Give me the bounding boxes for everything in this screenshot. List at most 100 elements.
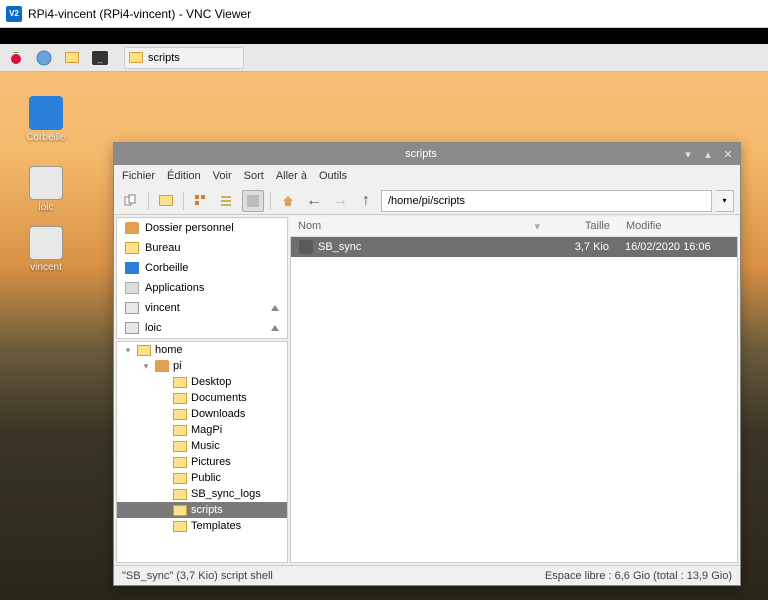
folder-icon: [173, 441, 187, 452]
folder-icon: [173, 425, 187, 436]
menu-fichier[interactable]: Fichier: [122, 170, 155, 182]
fm-titlebar[interactable]: scripts ▾ ▴ ✕: [114, 143, 740, 165]
place-loic[interactable]: loic: [117, 318, 287, 338]
column-headers[interactable]: Nom ▾ Taille Modifie: [290, 217, 738, 237]
drive-icon: [125, 302, 139, 314]
tree-row[interactable]: scripts: [117, 502, 287, 518]
desktop-icon-trash[interactable]: Corbeille: [16, 96, 76, 143]
status-left: "SB_sync" (3,7 Kio) script shell: [122, 570, 273, 582]
folder-icon: [173, 505, 187, 516]
tree-label: pi: [173, 360, 182, 372]
menu-édition[interactable]: Édition: [167, 170, 201, 182]
folder-icon: [125, 242, 139, 254]
place-vincent[interactable]: vincent: [117, 298, 287, 318]
place-label: Dossier personnel: [145, 222, 234, 234]
tree-row[interactable]: ▾home: [117, 342, 287, 358]
fm-title: scripts: [160, 148, 682, 160]
folder-icon: [155, 360, 169, 372]
place-desktop[interactable]: Bureau: [117, 238, 287, 258]
browser-icon[interactable]: [32, 47, 56, 69]
tree-row[interactable]: Documents: [117, 390, 287, 406]
taskbar-item-scripts[interactable]: scripts: [124, 47, 244, 69]
folder-icon: [173, 409, 187, 420]
vnc-icon: V2: [6, 6, 22, 22]
tree-label: Public: [191, 472, 221, 484]
back-button-icon[interactable]: ←: [303, 190, 325, 212]
tree-row[interactable]: SB_sync_logs: [117, 486, 287, 502]
tree-row[interactable]: Desktop: [117, 374, 287, 390]
folder-icon: [173, 521, 187, 532]
expander-icon[interactable]: ▾: [123, 345, 133, 356]
close-button[interactable]: ✕: [722, 148, 734, 160]
new-tab-icon[interactable]: [120, 190, 142, 212]
up-button-icon[interactable]: ↑: [355, 190, 377, 212]
folder-icon: [137, 345, 151, 356]
file-row[interactable]: SB_sync3,7 Kio16/02/2020 16:06: [291, 237, 737, 257]
tree-row[interactable]: Music: [117, 438, 287, 454]
fm-statusbar: "SB_sync" (3,7 Kio) script shell Espace …: [114, 565, 740, 585]
desktop[interactable]: _ scripts Corbeille loic vincent scripts ▾…: [0, 44, 768, 600]
terminal-icon[interactable]: _: [88, 47, 112, 69]
place-label: Bureau: [145, 242, 180, 254]
desktop-icon-drive-loic[interactable]: loic: [16, 166, 76, 213]
col-name[interactable]: Nom ▾: [290, 217, 548, 236]
top-panel: _ scripts: [0, 44, 768, 72]
menu-aller à[interactable]: Aller à: [276, 170, 307, 182]
file-list[interactable]: SB_sync3,7 Kio16/02/2020 16:06: [290, 237, 738, 563]
folder-icon: [173, 473, 187, 484]
tree-label: Templates: [191, 520, 241, 532]
menu-raspberry-icon[interactable]: [4, 47, 28, 69]
file-size: 3,7 Kio: [547, 238, 617, 256]
files-icon[interactable]: [60, 47, 84, 69]
place-home[interactable]: Dossier personnel: [117, 218, 287, 238]
folder-tree[interactable]: ▾home▾piDesktopDocumentsDownloadsMagPiMu…: [116, 341, 288, 563]
fm-toolbar: ← → ↑ ▾: [114, 187, 740, 215]
tree-label: Pictures: [191, 456, 231, 468]
desktop-icon-label: loic: [16, 202, 76, 213]
place-label: loic: [145, 322, 162, 334]
tree-label: Downloads: [191, 408, 245, 420]
tree-row[interactable]: Public: [117, 470, 287, 486]
tree-row[interactable]: Downloads: [117, 406, 287, 422]
vnc-black-bar: [0, 28, 768, 44]
place-apps[interactable]: Applications: [117, 278, 287, 298]
fm-sidebar: Dossier personnel Bureau Corbeille Applicat…: [114, 215, 290, 565]
tree-row[interactable]: Pictures: [117, 454, 287, 470]
maximize-button[interactable]: ▴: [702, 148, 714, 160]
menu-sort[interactable]: Sort: [244, 170, 264, 182]
folder-icon: [173, 377, 187, 388]
col-modified[interactable]: Modifie: [618, 217, 738, 236]
tree-row[interactable]: MagPi: [117, 422, 287, 438]
app-icon: [125, 282, 139, 294]
path-input[interactable]: [381, 190, 712, 212]
home-icon: [125, 222, 139, 234]
file-manager-window: scripts ▾ ▴ ✕ Fichier Édition Voir Sort Alle…: [113, 142, 741, 586]
path-dropdown-icon[interactable]: ▾: [716, 190, 734, 212]
desktop-icon-drive-vincent[interactable]: vincent: [16, 226, 76, 273]
place-trash[interactable]: Corbeille: [117, 258, 287, 278]
tree-row[interactable]: ▾ pi: [117, 358, 287, 374]
minimize-button[interactable]: ▾: [682, 148, 694, 160]
expander-icon[interactable]: ▾: [141, 361, 151, 372]
forward-button-icon[interactable]: →: [329, 190, 351, 212]
trash-icon: [125, 262, 139, 274]
tree-label: Music: [191, 440, 220, 452]
home-button-icon[interactable]: [277, 190, 299, 212]
menu-outils[interactable]: Outils: [319, 170, 347, 182]
col-size[interactable]: Taille: [548, 217, 618, 236]
place-label: Applications: [145, 282, 204, 294]
tree-label: scripts: [191, 504, 223, 516]
eject-icon[interactable]: [271, 325, 279, 331]
drive-icon: [29, 166, 63, 200]
view-list-icon[interactable]: [242, 190, 264, 212]
script-icon: [299, 240, 313, 254]
tree-row[interactable]: Templates: [117, 518, 287, 534]
drive-icon: [125, 322, 139, 334]
place-label: vincent: [145, 302, 180, 314]
tree-label: Desktop: [191, 376, 231, 388]
menu-voir[interactable]: Voir: [213, 170, 232, 182]
view-compact-icon[interactable]: [216, 190, 238, 212]
view-icons-icon[interactable]: [190, 190, 212, 212]
new-folder-icon[interactable]: [155, 190, 177, 212]
eject-icon[interactable]: [271, 305, 279, 311]
